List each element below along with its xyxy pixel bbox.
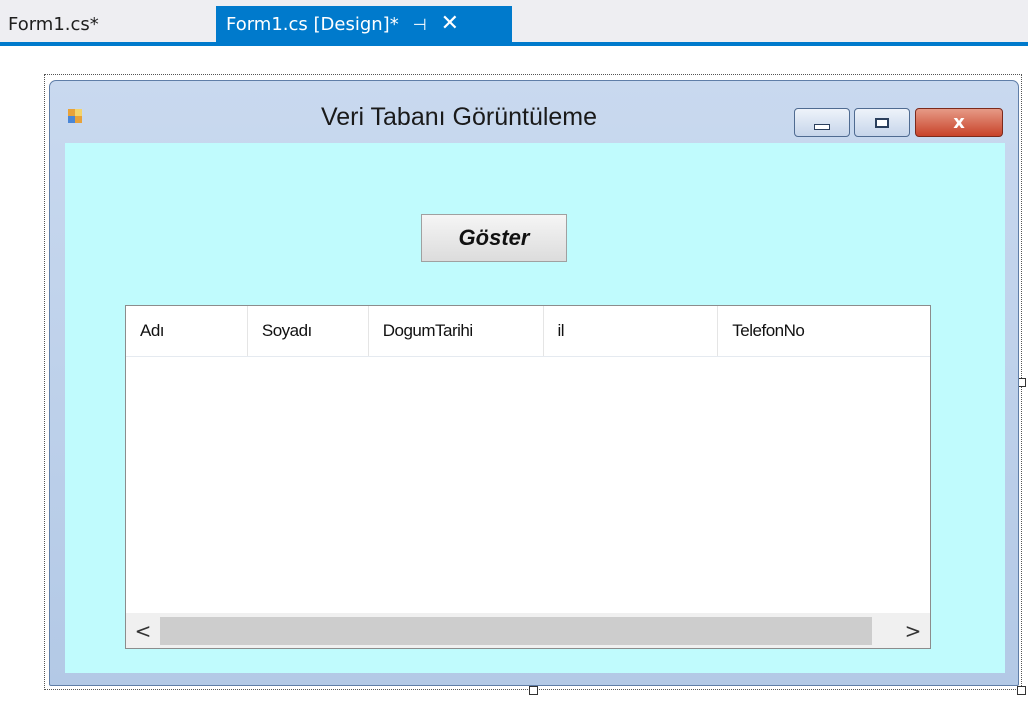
close-button[interactable]: x (915, 108, 1003, 137)
tab-form1-design[interactable]: Form1.cs [Design]* ⊣ ✕ (216, 6, 512, 42)
column-header-adi[interactable]: Adı (126, 306, 248, 356)
maximize-button[interactable] (854, 108, 910, 137)
column-header-soyadi[interactable]: Soyadı (248, 306, 369, 356)
form-titlebar[interactable]: Veri Tabanı Görüntüleme x (50, 81, 1018, 143)
maximize-icon (875, 117, 889, 128)
close-window-icon: x (953, 112, 965, 133)
scroll-right-icon[interactable]: > (896, 614, 930, 648)
minimize-icon (814, 123, 830, 130)
resize-handle-bottom[interactable] (529, 686, 538, 695)
column-header-il[interactable]: il (544, 306, 719, 356)
document-tab-strip: Form1.cs* Form1.cs [Design]* ⊣ ✕ (0, 0, 1028, 46)
pin-icon[interactable]: ⊣ (413, 15, 427, 34)
tab-label: Form1.cs [Design]* (226, 13, 399, 35)
show-button[interactable]: Göster (421, 214, 567, 262)
column-header-telefonno[interactable]: TelefonNo (718, 306, 930, 356)
column-header-dogumtarihi[interactable]: DogumTarihi (369, 306, 544, 356)
data-listview[interactable]: Adı Soyadı DogumTarihi il TelefonNo < > (125, 305, 931, 649)
form-client-area: Göster Adı Soyadı DogumTarihi il Telefon… (65, 143, 1005, 673)
listview-header: Adı Soyadı DogumTarihi il TelefonNo (126, 306, 930, 357)
close-icon[interactable]: ✕ (441, 13, 459, 35)
minimize-button[interactable] (794, 108, 850, 137)
form-window: Veri Tabanı Görüntüleme x Göster Adı Soy… (49, 80, 1019, 686)
scroll-left-icon[interactable]: < (126, 614, 160, 648)
scrollbar-thumb[interactable] (160, 617, 872, 645)
tab-label: Form1.cs* (8, 13, 99, 35)
horizontal-scrollbar[interactable]: < > (126, 613, 930, 648)
tab-form1-cs[interactable]: Form1.cs* (0, 6, 113, 42)
resize-handle-corner[interactable] (1017, 686, 1026, 695)
listview-body[interactable] (126, 356, 930, 614)
